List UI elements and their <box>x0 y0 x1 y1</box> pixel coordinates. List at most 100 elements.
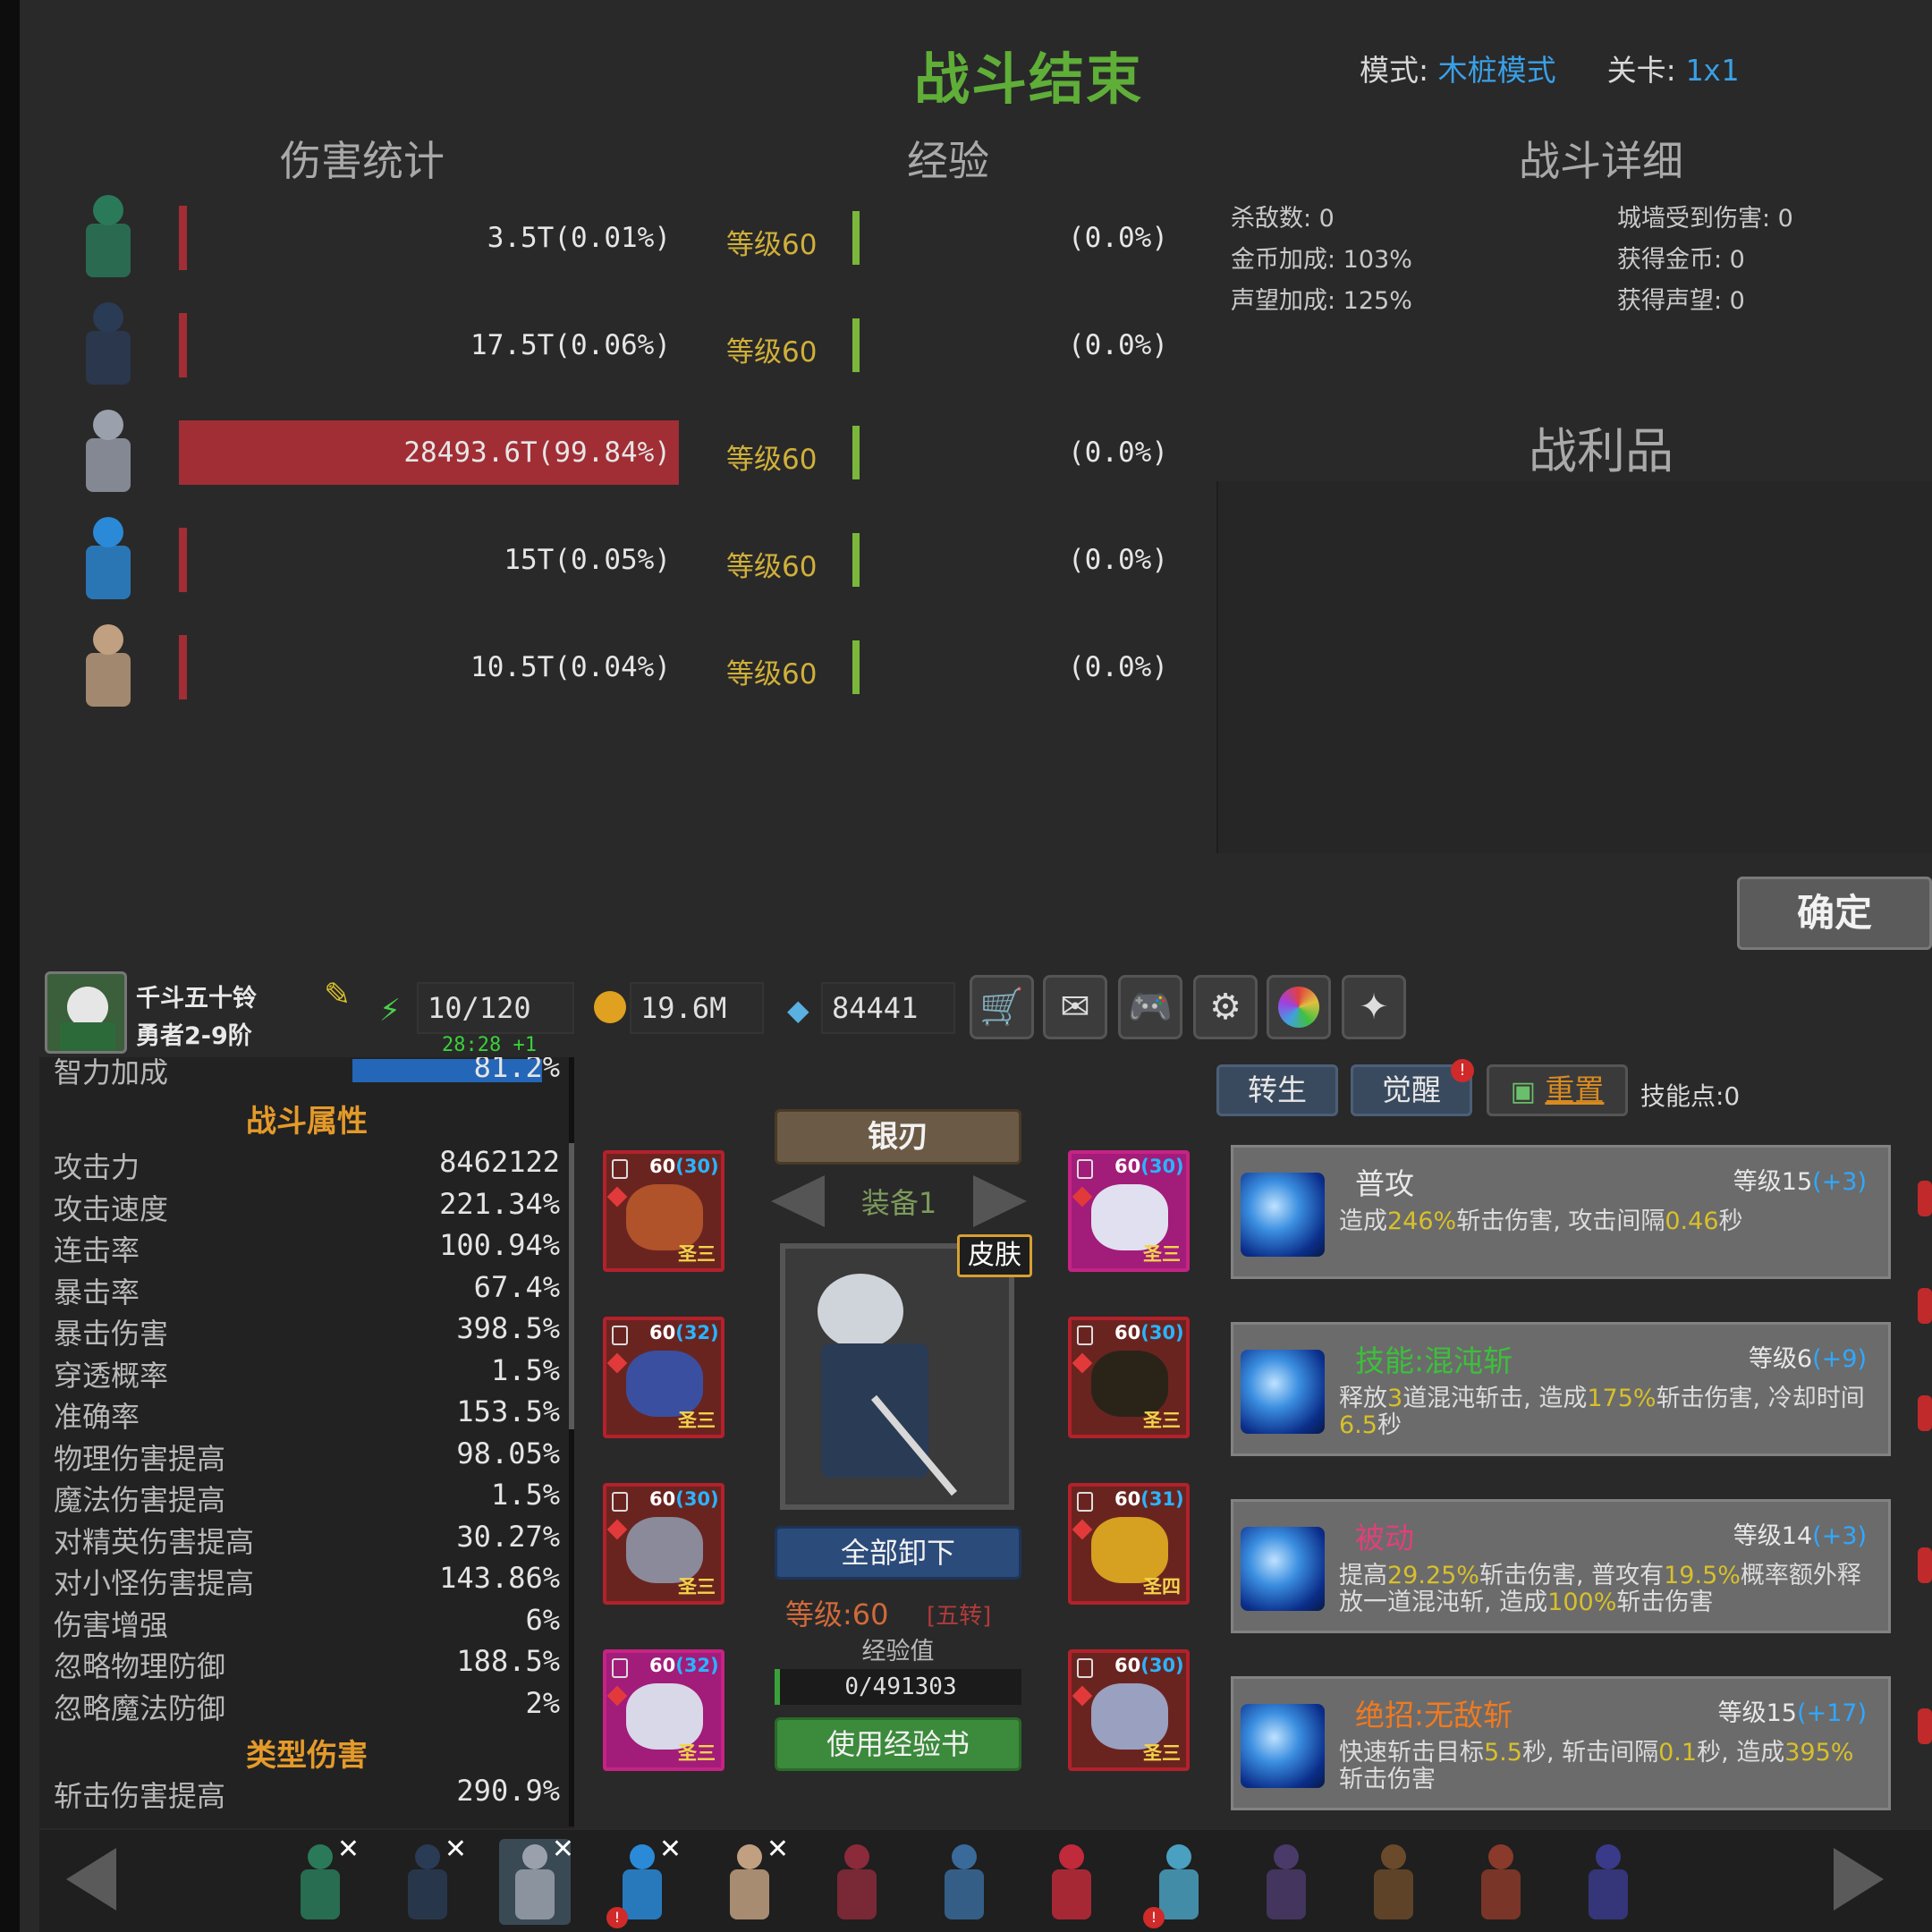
player-avatar[interactable] <box>45 971 127 1054</box>
attribute-name: 对小怪伤害提高 <box>54 1566 255 1600</box>
video-icon: ▣ <box>1510 1076 1536 1107</box>
equipment-bonus: (30) <box>1140 1322 1184 1343</box>
prev-set-arrow[interactable] <box>771 1175 825 1227</box>
color-wheel-icon[interactable] <box>1267 975 1331 1039</box>
hero-head <box>630 1844 655 1869</box>
attribute-row: 忽略魔法防御 2% <box>39 1686 574 1725</box>
alert-badge: ! <box>606 1907 628 1928</box>
mode-info: 模式: 木桩模式 关卡: 1x1 <box>1360 47 1739 89</box>
skill-points: 技能点:0 <box>1640 1081 1741 1111</box>
hero-portrait[interactable] <box>821 1839 893 1925</box>
close-icon[interactable]: ✕ <box>552 1834 574 1865</box>
hero-head <box>1166 1844 1191 1869</box>
attribute-name: 忽略魔法防御 <box>54 1690 226 1725</box>
attribute-value: 30.27% <box>456 1519 560 1554</box>
attribute-panel[interactable]: 智力加成 81.2% 战斗属性 攻击力 8462122 攻击速度 221.34% 连击率 1… <box>39 1057 574 1828</box>
hero-body <box>623 1869 662 1919</box>
skill-level-bonus: (+17) <box>1796 1699 1867 1727</box>
equipment-level: 60(30) <box>649 1156 719 1177</box>
equipment-slot[interactable]: 60(31) 圣四 <box>1068 1483 1190 1605</box>
hero-portrait[interactable]: ✕! <box>606 1834 682 1928</box>
skill-card[interactable]: 技能:混沌斩 等级6(+9) 释放3道混沌斩击, 造成175%斩击伤害, 冷却时间6… <box>1231 1322 1891 1456</box>
avatar-head <box>93 410 123 440</box>
hero-portrait[interactable] <box>928 1839 1000 1925</box>
close-icon[interactable]: ✕ <box>445 1834 467 1865</box>
feather-icon[interactable]: ✦ <box>1342 975 1406 1039</box>
equipment-tier: 圣三 <box>678 1410 716 1431</box>
left-edge <box>0 0 20 1932</box>
avatar-body <box>86 546 131 599</box>
rebirth-tab[interactable]: 转生 <box>1216 1064 1338 1116</box>
attribute-name: 攻击速度 <box>54 1191 169 1226</box>
stage-label: 关卡: <box>1606 53 1676 88</box>
hero-portrait[interactable] <box>1358 1839 1429 1925</box>
close-icon[interactable]: ✕ <box>767 1834 789 1865</box>
hero-body <box>1267 1869 1306 1919</box>
equipment-slot[interactable]: 60(30) 圣三 <box>1068 1649 1190 1771</box>
skill-card[interactable]: 普攻 等级15(+3) 造成246%斩击伤害, 攻击间隔0.46秒 <box>1231 1145 1891 1279</box>
damage-value: 15T(0.05%) <box>504 544 671 576</box>
gem-socket-icon <box>606 1352 628 1374</box>
hero-portrait[interactable]: ✕ <box>714 1834 789 1925</box>
skill-card[interactable]: 绝招:无敌斩 等级15(+17) 快速斩击目标5.5秒, 斩击间隔0.1秒, 造成3… <box>1231 1676 1891 1810</box>
equipment-tier: 圣三 <box>1143 1742 1181 1764</box>
attribute-value: 290.9% <box>456 1774 560 1808</box>
damage-value: 17.5T(0.06%) <box>470 329 671 361</box>
gamepad-icon[interactable]: 🎮 <box>1118 975 1182 1039</box>
shop-cart-icon[interactable]: 🛒 <box>970 975 1034 1039</box>
hero-portrait[interactable]: ✕ <box>392 1834 467 1925</box>
equipment-slot[interactable]: 60(30) 圣三 <box>603 1483 724 1605</box>
skill-name: 技能:混沌斩 <box>1355 1343 1513 1378</box>
damage-value: 28493.6T(99.84%) <box>403 436 671 469</box>
close-icon[interactable]: ✕ <box>337 1834 360 1865</box>
attribute-name: 准确率 <box>54 1400 140 1434</box>
hero-body <box>301 1869 340 1919</box>
edit-name-icon[interactable]: ✎ <box>324 977 351 1013</box>
close-icon[interactable]: ✕ <box>659 1834 682 1865</box>
hero-portrait[interactable] <box>1250 1839 1322 1925</box>
hero-body <box>1374 1869 1413 1919</box>
mail-icon[interactable]: ✉ <box>1043 975 1107 1039</box>
skill-icon <box>1241 1173 1325 1257</box>
hero-head <box>952 1844 977 1869</box>
hero-portrait-head <box>818 1274 903 1349</box>
equipment-slot[interactable]: 60(30) 圣三 <box>1068 1317 1190 1438</box>
hero-body <box>1589 1869 1628 1919</box>
use-exp-book-button[interactable]: 使用经验书 <box>775 1717 1021 1771</box>
exp-heading: 经验 <box>907 137 989 185</box>
hero-portrait[interactable] <box>1036 1839 1107 1925</box>
energy-timer: 28:28 +1 <box>442 1034 537 1056</box>
hero-portrait[interactable]: ✕ <box>499 1834 574 1925</box>
hero-portrait[interactable]: ✕ <box>284 1834 360 1925</box>
equipment-slot[interactable]: 60(32) 圣三 <box>603 1649 724 1771</box>
equipment-slot[interactable]: 60(30) 圣三 <box>603 1150 724 1272</box>
unequip-all-button[interactable]: 全部卸下 <box>775 1526 1021 1580</box>
hero-portrait[interactable]: ! <box>1143 1839 1215 1928</box>
attribute-row: 忽略物理防御 188.5% <box>39 1644 574 1683</box>
hero-portrait[interactable] <box>1465 1839 1537 1925</box>
skill-level: 等级14(+3) <box>1733 1522 1867 1550</box>
gem-socket-icon <box>1072 1519 1093 1540</box>
attribute-value: 153.5% <box>456 1394 560 1428</box>
hero-head <box>1488 1844 1513 1869</box>
next-set-arrow[interactable] <box>973 1175 1027 1227</box>
type-damage-heading: 类型伤害 <box>246 1738 368 1774</box>
gear-icon[interactable]: ⚙ <box>1193 975 1258 1039</box>
hero-body <box>515 1869 555 1919</box>
equipment-slot[interactable]: 60(32) 圣三 <box>603 1317 724 1438</box>
exp-bar <box>852 426 860 479</box>
mode-value: 木桩模式 <box>1437 53 1556 88</box>
reset-tab[interactable]: ▣ 重置 <box>1487 1064 1628 1116</box>
gem-socket-icon <box>606 1685 628 1707</box>
avatar-body <box>86 438 131 492</box>
attribute-row: 魔法伤害提高 1.5% <box>39 1478 574 1517</box>
confirm-button[interactable]: 确定 <box>1737 877 1932 950</box>
hero-portrait[interactable] <box>1572 1839 1644 1925</box>
skill-level: 等级15(+3) <box>1733 1168 1867 1196</box>
skill-name: 普攻 <box>1355 1166 1414 1201</box>
skin-button[interactable]: 皮肤 <box>957 1234 1032 1277</box>
hero-body <box>1052 1869 1091 1919</box>
skill-card[interactable]: 被动 等级14(+3) 提高29.25%斩击伤害, 普攻有19.5%概率额外释放一道… <box>1231 1499 1891 1633</box>
equipment-slot[interactable]: 60(30) 圣三 <box>1068 1150 1190 1272</box>
avatar-head <box>93 195 123 225</box>
